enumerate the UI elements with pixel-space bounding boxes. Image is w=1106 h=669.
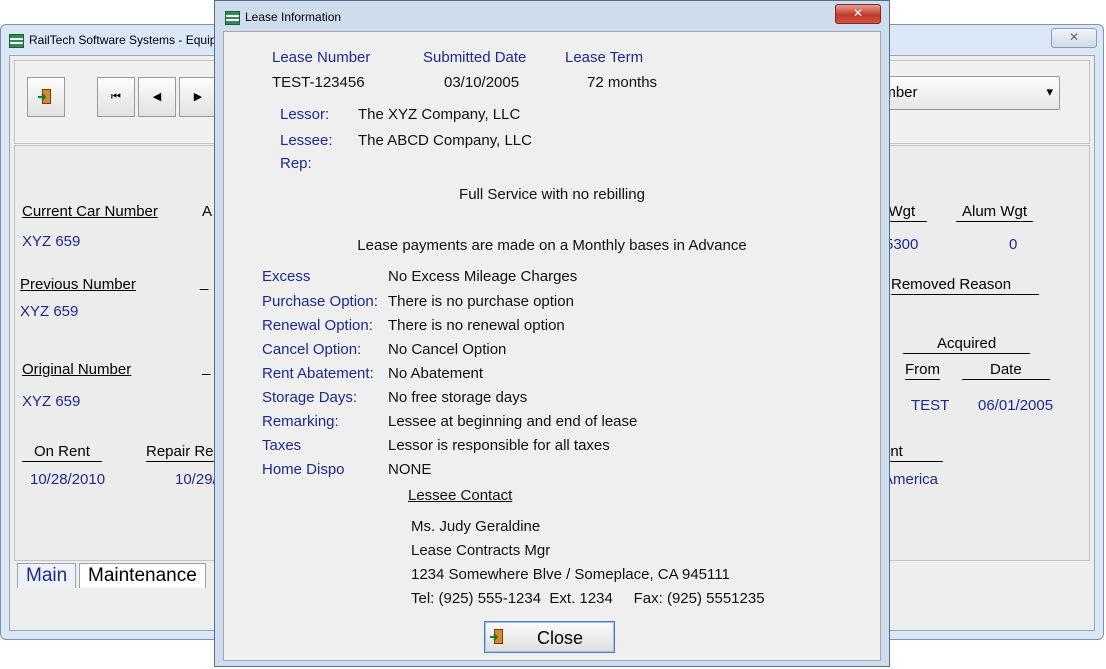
lessor-label: Lessor: [280,106,330,123]
tare-wgt-value: 5300 [885,236,919,253]
window-close-button[interactable]: ✕ [1051,28,1097,48]
alum-wgt-label: Alum Wgt [956,203,1034,222]
term-label-renewal-option: Renewal Option: [262,317,373,334]
service-text: Full Service with no rebilling [459,186,645,203]
term-label-remarking: Remarking: [262,413,339,430]
previous-number-label: Previous Number [20,276,136,293]
contact-title: Lease Contracts Mgr [411,542,551,559]
truncated-label-ent: ent [882,443,943,462]
term-value-storage-days: No free storage days [388,389,528,406]
date-value: 06/01/2005 [978,397,1054,414]
dialog-app-icon [225,11,240,25]
tab-maintenance[interactable]: Maintenance [79,563,206,588]
on-rent-value: 10/28/2010 [30,471,106,488]
alum-wgt-value: 0 [1009,236,1018,253]
rep-label: Rep: [280,155,312,172]
nav-next-button[interactable]: ▶ [179,77,217,117]
term-label-purchase-option: Purchase Option: [262,293,378,310]
term-value-excess: No Excess Mileage Charges [388,268,578,285]
term-label-storage-days: Storage Days: [262,389,358,406]
lease-number-value: TEST-123456 [272,74,365,91]
tab-main[interactable]: Main [17,563,77,588]
exit-door-icon [490,629,503,644]
dialog-body: Lease Number Submitted Date Lease Term T… [223,31,881,661]
original-number-label: Original Number [22,361,132,378]
contact-name: Ms. Judy Geraldine [411,518,541,535]
previous-number-value: XYZ 659 [20,303,79,320]
lessee-contact-heading: Lessee Contact [408,487,513,504]
dialog-close-x-button[interactable]: ✕ [835,4,881,24]
lessee-label: Lessee: [280,132,333,149]
lease-term-value: 72 months [587,74,658,91]
current-car-number-label: Current Car Number [22,203,158,220]
exit-door-icon [38,89,51,104]
term-label-taxes: Taxes [262,437,302,454]
lessee-value: The ABCD Company, LLC [358,132,532,149]
term-value-taxes: Lessor is responsible for all taxes [388,437,610,454]
lessor-value: The XYZ Company, LLC [358,106,521,123]
acquired-label: Acquired [903,335,1031,354]
repair-value: 10/29/ [175,471,217,488]
term-value-home-dispo: NONE [388,461,432,478]
current-car-number-value: XYZ 659 [22,233,81,250]
contact-phone: Tel: (925) 555-1234 Ext. 1234 Fax: (925)… [411,590,765,607]
nav-first-button[interactable]: ⏮ [97,77,135,117]
close-button[interactable]: Close [484,621,615,653]
lease-number-label: Lease Number [272,49,371,66]
term-value-remarking: Lessee at beginning and end of lease [388,413,638,430]
date-label: Date [962,361,1050,380]
term-value-rent-abatement: No Abatement [388,365,484,382]
repair-label: Repair Re [146,443,214,462]
truncated-value-america: America [883,471,939,488]
nav-prev-button[interactable]: ◀ [138,77,176,117]
equipment-window-title: RailTech Software Systems - Equipm [29,33,227,47]
exit-button[interactable] [27,77,65,117]
lease-term-label: Lease Term [565,49,644,66]
truncated-underline: _ [200,274,209,291]
term-value-cancel-option: No Cancel Option [388,341,507,358]
submitted-date-value: 03/10/2005 [444,74,520,91]
payment-text: Lease payments are made on a Monthly bas… [357,237,747,254]
term-value-renewal-option: There is no renewal option [388,317,565,334]
lease-information-dialog: Lease Information ✕ Lease Number Submitt… [214,0,890,667]
contact-address: 1234 Somewhere Blve / Someplace, CA 9451… [411,566,730,583]
original-number-value: XYZ 659 [22,393,81,410]
submitted-date-label: Submitted Date [423,49,527,66]
term-label-rent-abatement: Rent Abatement: [262,365,374,382]
truncated-underline: _ [202,359,211,376]
close-button-label: Close [537,628,584,648]
chevron-down-icon: ▾ [1046,84,1053,99]
on-rent-label: On Rent [22,443,102,462]
term-value-purchase-option: There is no purchase option [388,293,574,310]
removed-reason-label: Removed Reason [891,276,1040,295]
term-label-excess: Excess [262,268,311,285]
term-label-home-dispo: Home Dispo [262,461,345,478]
term-label-cancel-option: Cancel Option: [262,341,362,358]
from-value: TEST [911,397,950,414]
app-icon [9,34,24,48]
dialog-title: Lease Information [245,10,342,24]
from-label: From [905,361,940,380]
truncated-label-a: A [202,203,213,220]
